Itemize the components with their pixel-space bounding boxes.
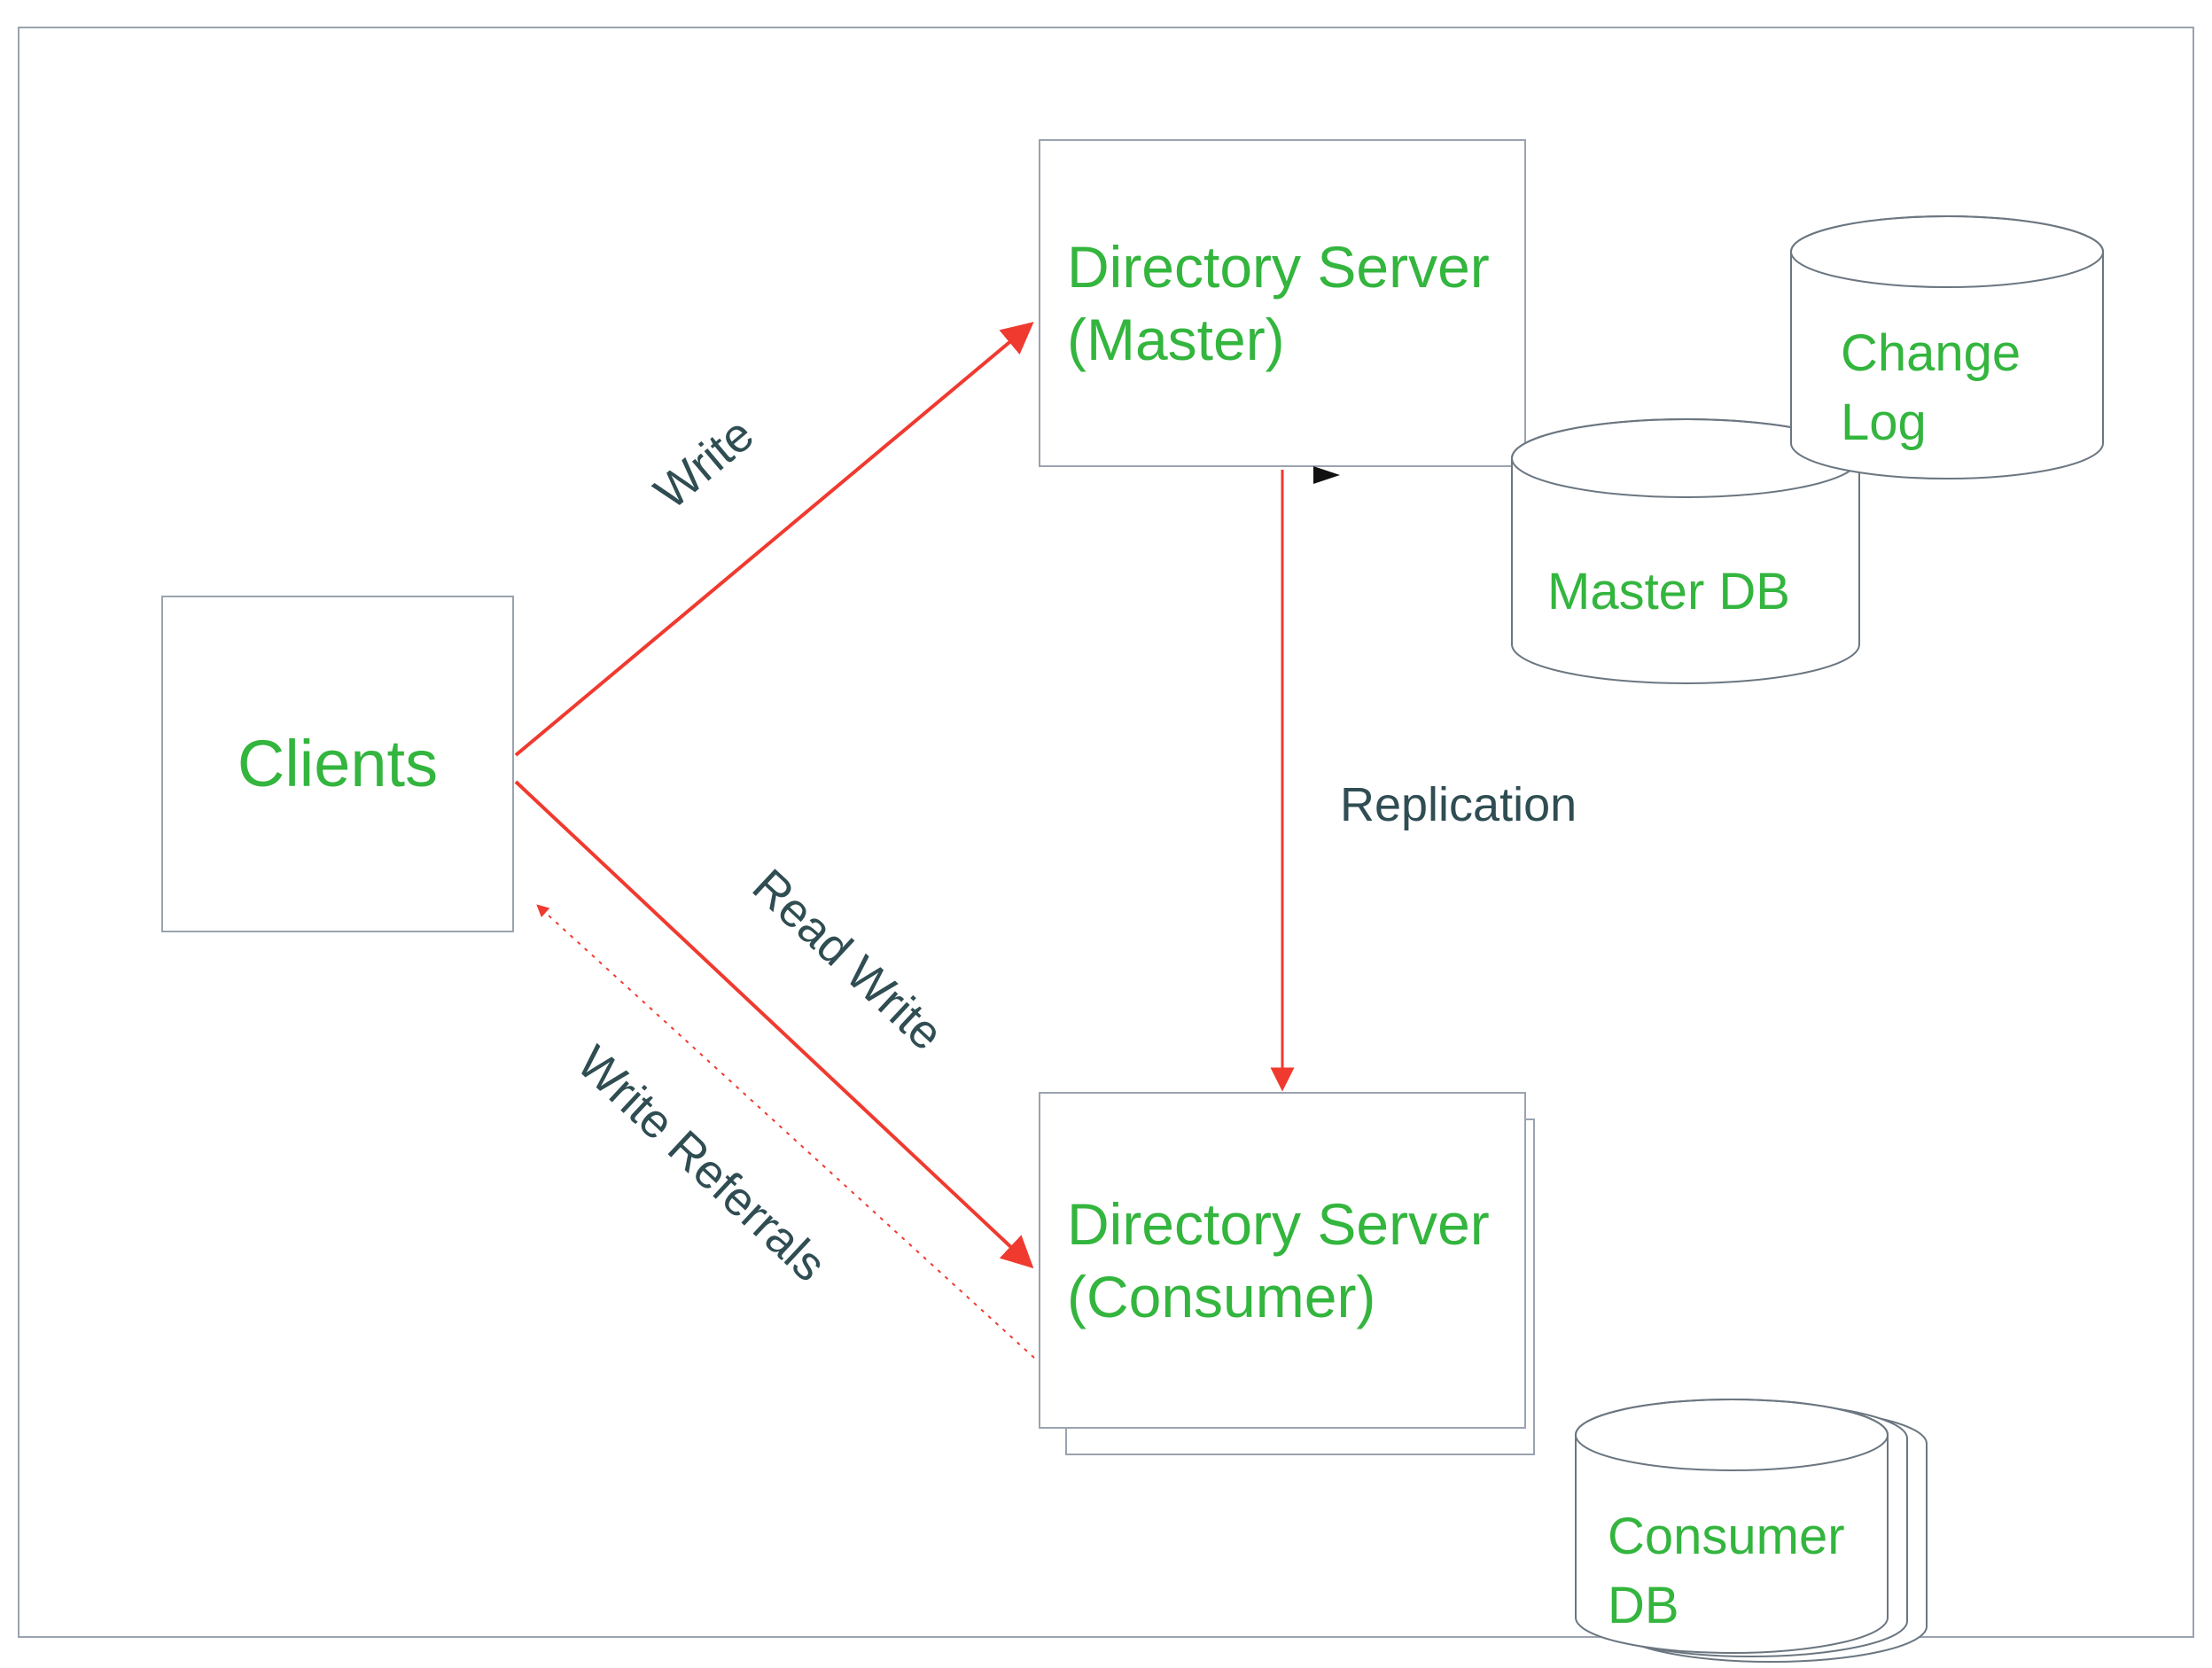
diagram-canvas: Clients Directory Server (Master) Direct… — [0, 0, 2212, 1656]
edge-replication-label: Replication — [1340, 777, 1577, 832]
edge-write-referrals — [538, 906, 1034, 1358]
edge-write — [516, 325, 1030, 755]
arrows-layer — [19, 28, 2196, 1640]
pointer-to-master-db — [1313, 466, 1340, 484]
diagram-frame: Clients Directory Server (Master) Direct… — [18, 27, 2194, 1638]
